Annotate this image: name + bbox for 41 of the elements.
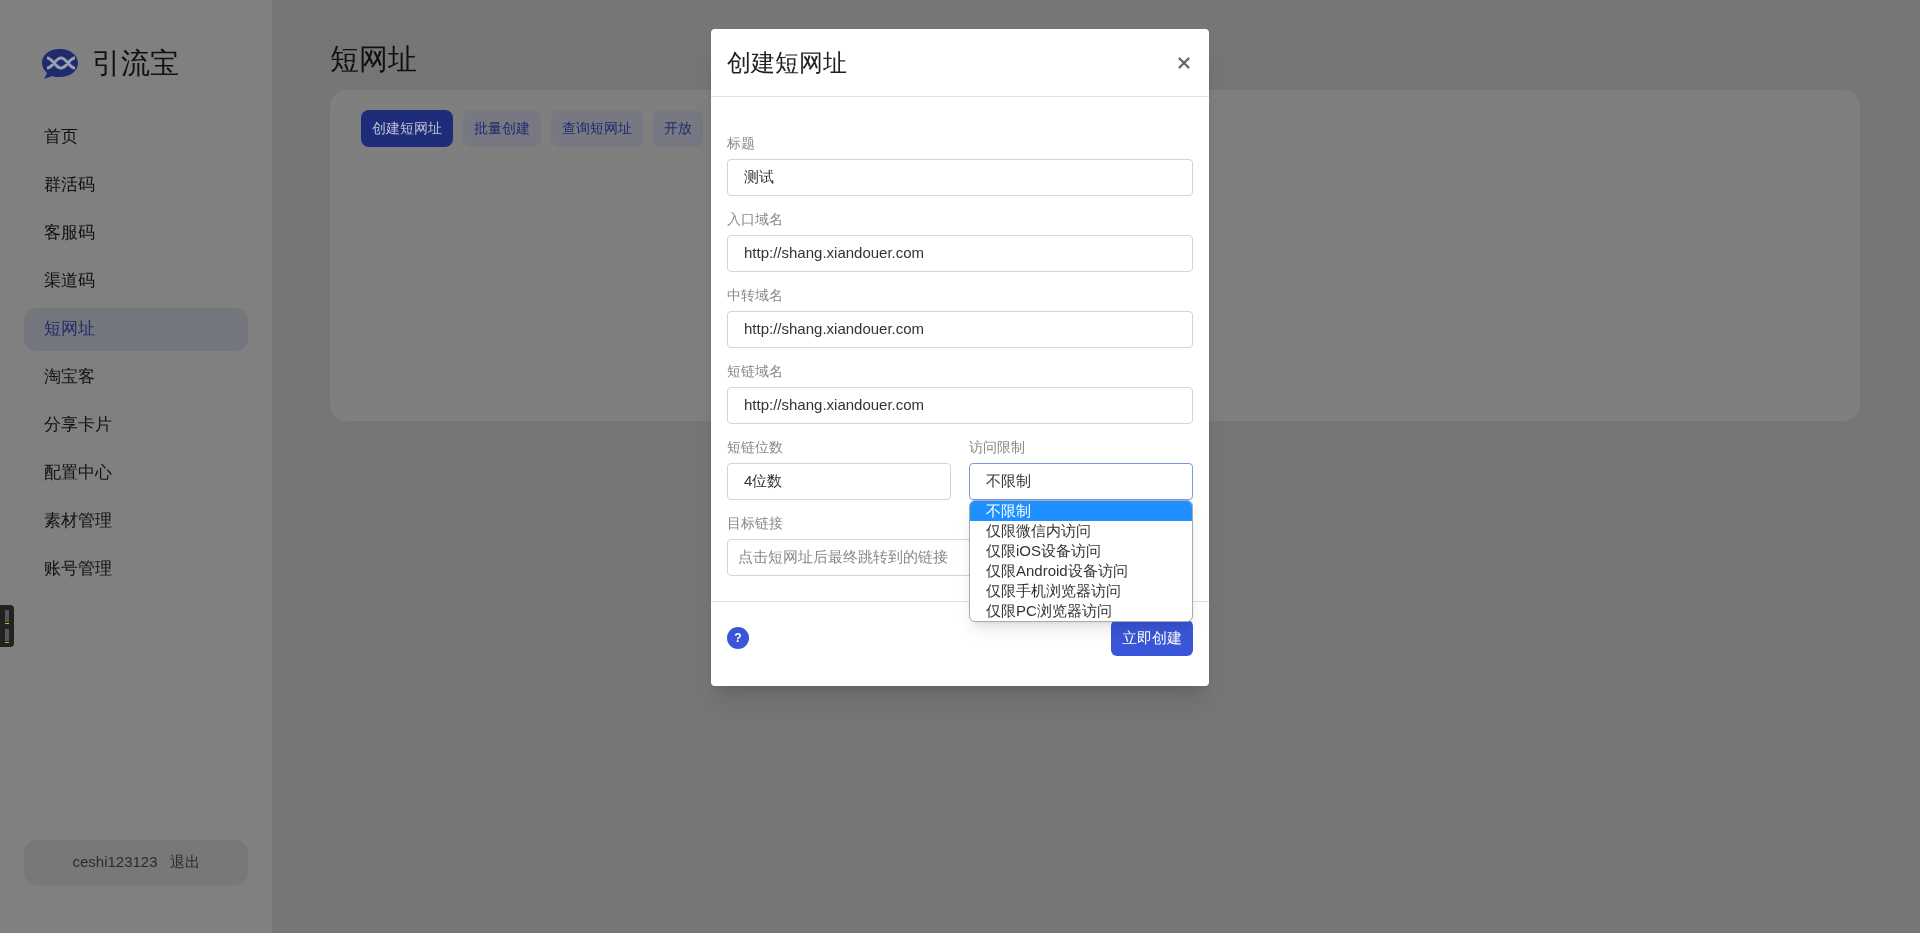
field-label: 短链位数 [727,438,783,457]
sidebar-item[interactable]: 分享卡片 [24,403,248,447]
tab[interactable]: 批量创建 [463,109,541,147]
logout-link[interactable]: 退出 [169,851,200,874]
modal-title: 创建短网址 [727,47,847,78]
field-label: 中转域名 [727,286,783,305]
sidebar-item[interactable]: 客服码 [24,211,248,255]
input-field[interactable]: http://shang.xiandouer.com [727,311,1193,348]
dropdown-option[interactable]: 仅限PC浏览器访问 [970,601,1192,621]
logo-icon [40,46,80,81]
field-label: 标题 [727,134,755,153]
dropdown-option[interactable]: 仅限iOS设备访问 [970,541,1192,561]
page-title: 短网址 [330,42,417,77]
dropdown-option[interactable]: 不限制 [970,501,1192,521]
sidebar-item[interactable]: 账号管理 [24,547,248,591]
create-button[interactable]: 立即创建 [1111,620,1193,656]
sidebar-item[interactable]: 群活码 [24,163,248,207]
select-field[interactable]: 不限制 [969,463,1193,500]
tab[interactable]: 查询短网址 [551,109,643,147]
input-field[interactable]: 测试 [727,159,1193,196]
level-meter-widget [0,605,14,647]
sidebar-item[interactable]: 短网址 [24,307,248,351]
select-field[interactable]: 4位数 [727,463,951,500]
help-icon[interactable]: ? [727,627,749,649]
field-label: 目标链接 [727,514,783,533]
field-label: 入口域名 [727,210,783,229]
username: ceshi123123 [72,852,158,873]
tab[interactable]: 开放 [653,109,703,147]
sidebar-item[interactable]: 淘宝客 [24,355,248,399]
dropdown-option[interactable]: 仅限手机浏览器访问 [970,581,1192,601]
field-label: 访问限制 [969,438,1025,457]
tab[interactable]: 创建短网址 [361,109,453,147]
input-field[interactable]: http://shang.xiandouer.com [727,235,1193,272]
sidebar-item[interactable]: 配置中心 [24,451,248,495]
field-label: 短链域名 [727,362,783,381]
input-field[interactable]: http://shang.xiandouer.com [727,387,1193,424]
sidebar-item[interactable]: 首页 [24,115,248,159]
sidebar-item[interactable]: 渠道码 [24,259,248,303]
brand-name: 引流宝 [92,46,179,81]
sidebar-item[interactable]: 素材管理 [24,499,248,543]
dropdown-option[interactable]: 仅限微信内访问 [970,521,1192,541]
